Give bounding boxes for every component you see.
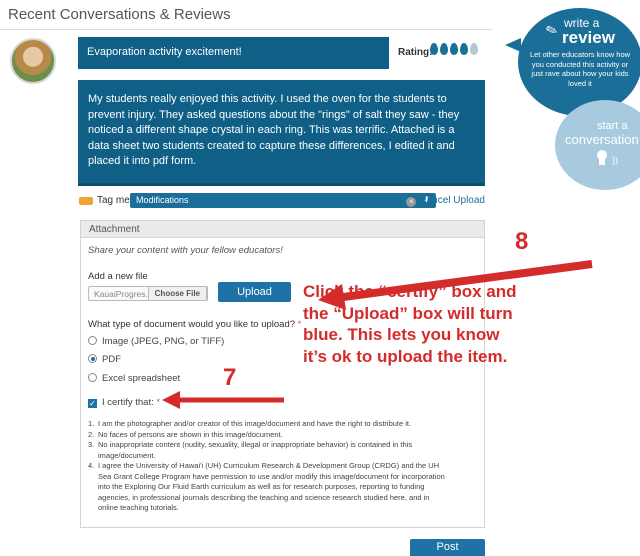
annotation-instruction: Click the “certify” box and the “Upload”… — [303, 282, 517, 366]
annotation-arrows — [162, 260, 593, 409]
annotation-step-8: 8 — [515, 228, 529, 255]
annotation-step-7: 7 — [223, 364, 237, 391]
arrow-to-certify-checkbox — [162, 391, 284, 409]
